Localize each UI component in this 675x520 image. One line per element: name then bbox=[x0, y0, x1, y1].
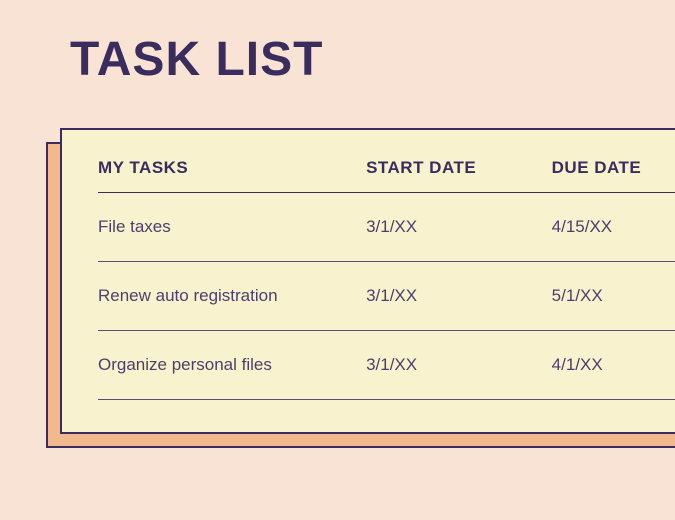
task-table: MY TASKS START DATE DUE DATE File taxes … bbox=[98, 158, 675, 400]
task-name-cell: File taxes bbox=[98, 193, 366, 262]
start-date-cell: 3/1/XX bbox=[366, 262, 552, 331]
task-name-cell: Organize personal files bbox=[98, 331, 366, 400]
table-row: Renew auto registration 3/1/XX 5/1/XX bbox=[98, 262, 675, 331]
column-header-tasks: MY TASKS bbox=[98, 158, 366, 193]
start-date-cell: 3/1/XX bbox=[366, 331, 552, 400]
due-date-cell: 4/1/XX bbox=[552, 331, 675, 400]
task-card: MY TASKS START DATE DUE DATE File taxes … bbox=[60, 128, 675, 434]
table-header-row: MY TASKS START DATE DUE DATE bbox=[98, 158, 675, 193]
task-card-container: MY TASKS START DATE DUE DATE File taxes … bbox=[60, 128, 675, 434]
due-date-cell: 5/1/XX bbox=[552, 262, 675, 331]
table-row: Organize personal files 3/1/XX 4/1/XX bbox=[98, 331, 675, 400]
table-row: File taxes 3/1/XX 4/15/XX bbox=[98, 193, 675, 262]
task-name-cell: Renew auto registration bbox=[98, 262, 366, 331]
due-date-cell: 4/15/XX bbox=[552, 193, 675, 262]
column-header-due: DUE DATE bbox=[552, 158, 675, 193]
column-header-start: START DATE bbox=[366, 158, 552, 193]
start-date-cell: 3/1/XX bbox=[366, 193, 552, 262]
page-title: TASK LIST bbox=[0, 0, 675, 111]
